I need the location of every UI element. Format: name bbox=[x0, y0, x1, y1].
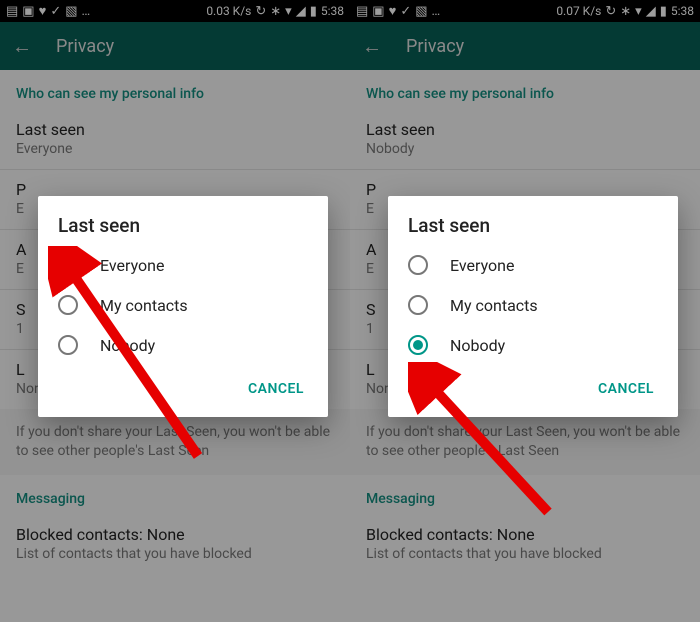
option-label: Everyone bbox=[100, 256, 164, 275]
option-nobody[interactable]: Nobody bbox=[388, 325, 678, 365]
option-label: Nobody bbox=[450, 336, 505, 355]
radio-icon bbox=[408, 255, 428, 275]
option-nobody[interactable]: Nobody bbox=[38, 325, 328, 365]
screen-left: ▤ ▣ ♥ ✓ ▧ … 0.03 K/s ↻ ∗ ▾ ◢ ▮ 5:38 ← Pr… bbox=[0, 0, 350, 622]
option-label: Nobody bbox=[100, 336, 155, 355]
cancel-button[interactable]: CANCEL bbox=[588, 373, 664, 405]
radio-icon bbox=[408, 295, 428, 315]
option-everyone[interactable]: Everyone bbox=[388, 245, 678, 285]
radio-icon bbox=[408, 335, 428, 355]
option-everyone[interactable]: Everyone bbox=[38, 245, 328, 285]
cancel-button[interactable]: CANCEL bbox=[238, 373, 314, 405]
last-seen-dialog: Last seen Everyone My contacts Nobody CA… bbox=[388, 196, 678, 417]
option-label: My contacts bbox=[100, 296, 188, 315]
dialog-title: Last seen bbox=[388, 214, 678, 245]
last-seen-dialog: Last seen Everyone My contacts Nobody CA… bbox=[38, 196, 328, 417]
option-my-contacts[interactable]: My contacts bbox=[388, 285, 678, 325]
radio-icon bbox=[58, 255, 78, 275]
radio-icon bbox=[58, 335, 78, 355]
option-label: Everyone bbox=[450, 256, 514, 275]
option-my-contacts[interactable]: My contacts bbox=[38, 285, 328, 325]
screen-right: ▤ ▣ ♥ ✓ ▧ … 0.07 K/s ↻ ∗ ▾ ◢ ▮ 5:38 ← Pr… bbox=[350, 0, 700, 622]
dialog-title: Last seen bbox=[38, 214, 328, 245]
option-label: My contacts bbox=[450, 296, 538, 315]
radio-icon bbox=[58, 295, 78, 315]
